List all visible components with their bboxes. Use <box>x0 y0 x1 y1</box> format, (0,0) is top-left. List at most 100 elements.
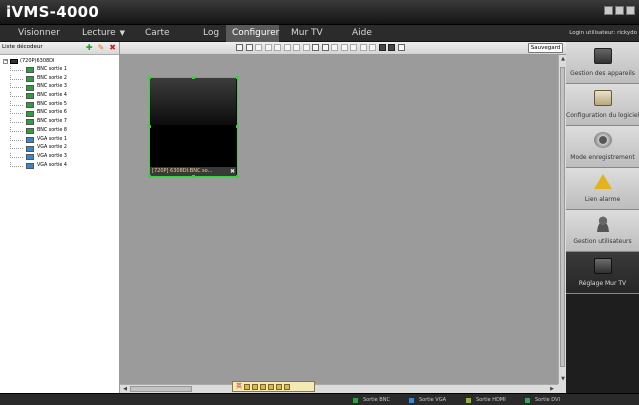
tree-connector <box>10 135 23 141</box>
nav-label: Réglage Mur TV <box>578 280 627 287</box>
resize-handle-tr[interactable] <box>236 76 239 79</box>
ime-moon-icon[interactable] <box>244 383 251 390</box>
ime-keyboard-icon[interactable] <box>260 383 267 390</box>
resize-handle-b[interactable] <box>192 175 195 178</box>
delete-icon[interactable]: ✖ <box>109 43 116 53</box>
screen-icon[interactable] <box>388 44 395 51</box>
horizontal-scrollbar[interactable]: ◀ ▶ <box>120 384 558 393</box>
tree-item-bnc-1[interactable]: BNC sortie 1 <box>0 66 119 75</box>
menu-configurer[interactable]: Configurer <box>226 25 279 42</box>
tree-item-bnc-8[interactable]: BNC sortie 8 <box>0 126 119 136</box>
resize-handle-br[interactable] <box>236 175 239 178</box>
tree-item-label: VGA sortie 4 <box>37 162 67 168</box>
nav-alarm-link[interactable]: Lien alarme <box>566 168 639 210</box>
nav-tv-wall-settings[interactable]: Réglage Mur TV <box>566 252 639 294</box>
resize-handle-t[interactable] <box>192 76 195 79</box>
alarm-icon <box>594 174 612 189</box>
tree-item-label: VGA sortie 1 <box>37 136 67 142</box>
resize-handle-l[interactable] <box>148 125 151 128</box>
tree-item-vga-3[interactable]: VGA sortie 3 <box>0 152 119 162</box>
tree-item-label: BNC sortie 3 <box>37 84 67 90</box>
close-icon[interactable]: ✖ <box>230 168 235 175</box>
nav-software-config[interactable]: Configuration du logiciel <box>566 84 639 126</box>
align-bottom-icon[interactable] <box>302 44 310 51</box>
nav-device-management[interactable]: Gestion des appareils <box>566 42 639 84</box>
warning-icon[interactable] <box>397 44 405 51</box>
save-button[interactable]: Sauvegard <box>528 43 563 53</box>
vertical-scroll-thumb[interactable] <box>560 67 565 367</box>
layout-4x4-icon[interactable] <box>264 44 272 51</box>
resize-handle-tl[interactable] <box>148 76 151 79</box>
nav-label: Gestion utilisateurs <box>573 238 632 245</box>
scroll-right-icon[interactable]: ▶ <box>548 385 556 393</box>
title-bar: iVMS-4000 <box>0 0 639 25</box>
nav-user-management[interactable]: Gestion utilisateurs <box>566 210 639 252</box>
menu-mur-tv[interactable]: Mur TV <box>285 25 329 42</box>
tree-item-vga-2[interactable]: VGA sortie 2 <box>0 144 119 153</box>
tree-connector <box>10 92 23 98</box>
layout-2x2-icon[interactable] <box>245 44 253 51</box>
layout-tools <box>236 44 405 51</box>
bnc-output-icon <box>26 102 34 109</box>
menu-visionner[interactable]: Visionner <box>12 25 66 42</box>
legend-bnc: Sortie BNC <box>353 396 390 404</box>
chevron-down-icon: ▼ <box>119 29 126 37</box>
same-height-icon[interactable] <box>359 44 367 51</box>
tree-item-bnc-5[interactable]: BNC sortie 5 <box>0 100 119 110</box>
ime-help-icon[interactable] <box>284 383 291 390</box>
ime-tools-icon[interactable] <box>276 383 283 390</box>
align-right-icon[interactable] <box>283 44 291 51</box>
tree-item-vga-1[interactable]: VGA sortie 1 <box>0 135 119 145</box>
same-size-icon[interactable] <box>369 44 376 51</box>
ivms-window: iVMS-4000 Visionner Lecture ▼ Carte Log C… <box>0 0 639 405</box>
tree-item-bnc-3[interactable]: BNC sortie 3 <box>0 83 119 92</box>
tree-root-decoder[interactable]: − (720P)6308DI <box>0 57 119 66</box>
tree-item-bnc-4[interactable]: BNC sortie 4 <box>0 92 119 101</box>
vga-output-icon <box>26 145 34 152</box>
layout-1x1-icon[interactable] <box>236 44 243 51</box>
close-button[interactable] <box>626 6 635 15</box>
horizontal-scroll-thumb[interactable] <box>130 386 192 392</box>
scroll-left-icon[interactable]: ◀ <box>121 385 129 393</box>
menu-aide[interactable]: Aide <box>346 25 378 42</box>
ime-mode-icon[interactable]: 英 <box>236 382 242 391</box>
tree-connector <box>10 126 23 132</box>
user-icon-button[interactable] <box>604 6 613 15</box>
bnc-output-icon <box>26 84 34 91</box>
split-icon[interactable] <box>321 44 329 51</box>
tree-item-bnc-6[interactable]: BNC sortie 6 <box>0 109 119 118</box>
nav-record-mode[interactable]: Mode enregistrement <box>566 126 639 168</box>
minimize-button[interactable] <box>615 6 624 15</box>
tree-connector <box>10 74 23 80</box>
tree-item-bnc-7[interactable]: BNC sortie 7 <box>0 118 119 127</box>
same-width-icon[interactable] <box>350 44 357 51</box>
align-top-icon[interactable] <box>293 44 300 51</box>
align-left-icon[interactable] <box>274 44 281 51</box>
ime-punct-icon[interactable] <box>252 383 259 390</box>
legend-hdmi: Sortie HDMI <box>466 396 506 404</box>
merge-icon[interactable] <box>312 44 319 51</box>
menu-carte[interactable]: Carte <box>139 25 176 42</box>
vertical-scrollbar[interactable]: ▲ ▼ <box>558 55 566 384</box>
tree-item-bnc-2[interactable]: BNC sortie 2 <box>0 74 119 84</box>
resize-handle-r[interactable] <box>236 125 239 128</box>
ime-skin-icon[interactable] <box>268 383 275 390</box>
bnc-output-icon <box>26 110 34 117</box>
tv-wall-canvas[interactable]: [720P] 6308DI:BNC so... ✖ <box>120 55 558 384</box>
edit-icon[interactable]: ✎ <box>98 43 105 53</box>
distribute-v-icon[interactable] <box>340 44 348 51</box>
monitor-icon[interactable] <box>378 44 386 51</box>
menu-log[interactable]: Log <box>197 25 225 42</box>
legend-swatch <box>525 397 530 403</box>
menu-lecture[interactable]: Lecture ▼ <box>76 25 131 42</box>
distribute-h-icon[interactable] <box>331 44 338 51</box>
layout-3x3-icon[interactable] <box>255 44 262 51</box>
resize-handle-bl[interactable] <box>148 175 151 178</box>
collapse-icon[interactable]: − <box>3 59 8 64</box>
add-icon[interactable]: ✚ <box>86 43 93 53</box>
wall-output-window[interactable]: [720P] 6308DI:BNC so... ✖ <box>148 76 239 178</box>
user-icon <box>594 216 612 232</box>
tree-item-vga-4[interactable]: VGA sortie 4 <box>0 161 119 171</box>
ime-toolbar[interactable]: 英 <box>232 381 315 392</box>
tree-item-label: BNC sortie 4 <box>37 93 67 99</box>
